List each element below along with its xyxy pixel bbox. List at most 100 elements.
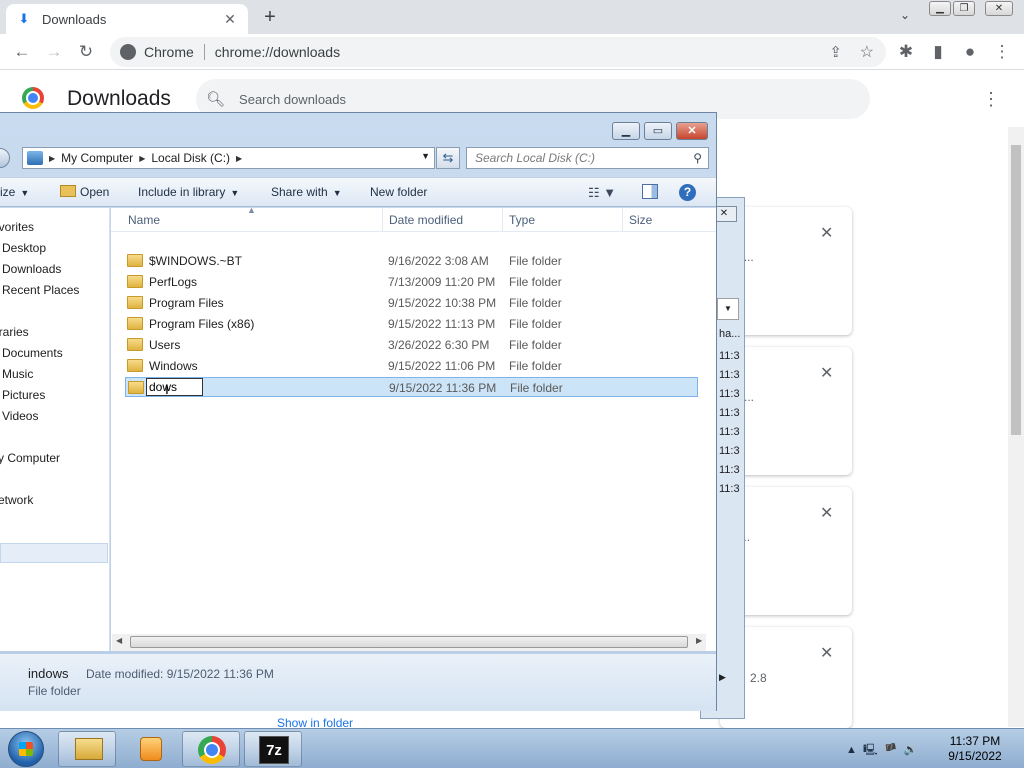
close-window-button[interactable]: ✕: [985, 1, 1013, 16]
include-in-library-button[interactable]: Include in library ▼: [138, 185, 239, 199]
nav-my-computer[interactable]: y Computer: [0, 451, 60, 465]
share-with-button[interactable]: Share with ▼: [271, 185, 342, 199]
file-row[interactable]: PerfLogs 7/13/2009 11:20 PM File folder: [125, 272, 698, 292]
file-row[interactable]: $WINDOWS.~BT 9/16/2022 3:08 AM File fold…: [125, 251, 698, 271]
taskbar-7zip-button[interactable]: 7z: [244, 731, 302, 767]
explorer-window: ▁ ▭ ✕ ▶ My Computer ▶ Local Disk (C:) ▶ …: [0, 112, 717, 711]
breadcrumb-arrow-icon[interactable]: ▶: [49, 154, 55, 163]
omnibox[interactable]: Chrome chrome://downloads ⇪ ☆: [110, 37, 886, 67]
remove-download-icon[interactable]: ✕: [820, 223, 833, 243]
file-row[interactable]: Program Files (x86) 9/15/2022 11:13 PM F…: [125, 314, 698, 334]
restore-button[interactable]: ❐: [953, 1, 975, 16]
address-dropdown-icon[interactable]: ▼: [421, 151, 430, 161]
chrome-tab-strip: ⬇ Downloads ✕ + ⌄ ▁ ❐ ✕: [0, 0, 1024, 34]
search-icon[interactable]: ⚲: [693, 148, 702, 168]
help-icon[interactable]: ?: [679, 184, 696, 201]
download-card-text[interactable]: 2.8: [750, 671, 767, 685]
close-tab-icon[interactable]: ✕: [222, 11, 238, 27]
taskbar-chrome-button[interactable]: [182, 731, 240, 767]
address-bar[interactable]: ▶ My Computer ▶ Local Disk (C:) ▶ ▼: [22, 147, 435, 169]
file-row[interactable]: Windows 9/15/2022 11:06 PM File folder: [125, 356, 698, 376]
change-view-icon[interactable]: ☷ ▼: [588, 185, 616, 201]
remove-download-icon[interactable]: ✕: [820, 363, 833, 383]
refresh-button[interactable]: ⇆: [436, 147, 460, 169]
column-type[interactable]: Type: [509, 213, 535, 227]
breadcrumb-arrow-icon[interactable]: ▶: [236, 154, 242, 163]
tab-downloads[interactable]: ⬇ Downloads ✕: [6, 4, 248, 34]
nav-pictures[interactable]: Pictures: [2, 388, 45, 402]
breadcrumb-my-computer[interactable]: My Computer: [61, 151, 133, 165]
file-row-renaming[interactable]: dows I 9/15/2022 11:36 PM File folder: [125, 377, 698, 397]
media-player-icon: [140, 737, 162, 761]
minimize-button[interactable]: ▁: [929, 1, 951, 16]
column-divider[interactable]: [502, 208, 503, 232]
explorer-maximize-button[interactable]: ▭: [644, 122, 672, 140]
column-date-modified[interactable]: Date modified: [389, 213, 463, 227]
nav-music[interactable]: Music: [2, 367, 33, 381]
nav-network[interactable]: etwork: [0, 493, 33, 507]
nav-desktop[interactable]: Desktop: [2, 241, 46, 255]
page-scrollbar[interactable]: [1008, 127, 1024, 727]
page-title: Downloads: [67, 87, 171, 110]
chrome-menu-icon[interactable]: ⋮: [990, 40, 1014, 64]
extensions-puzzle-icon[interactable]: ✱: [894, 40, 918, 64]
bookmark-star-icon[interactable]: ☆: [860, 42, 874, 62]
file-row[interactable]: Users 3/26/2022 6:30 PM File folder: [125, 335, 698, 355]
dialog-scroll-arrow-icon[interactable]: ▶: [719, 672, 726, 683]
scroll-left-icon[interactable]: ◀: [116, 636, 122, 645]
new-folder-label: New folder: [370, 185, 428, 199]
forward-button[interactable]: →: [42, 40, 66, 64]
column-size[interactable]: Size: [629, 213, 652, 227]
page-scrollbar-thumb[interactable]: [1011, 145, 1021, 435]
tab-search-chevron-icon[interactable]: ⌄: [896, 8, 914, 26]
nav-downloads[interactable]: Downloads: [2, 262, 61, 276]
file-name: Windows: [149, 359, 198, 373]
remove-download-icon[interactable]: ✕: [820, 503, 833, 523]
taskbar-explorer-button[interactable]: [58, 731, 116, 767]
column-name[interactable]: Name: [128, 213, 160, 227]
taskbar-media-player-button[interactable]: [120, 731, 178, 767]
new-folder-button[interactable]: New folder: [370, 185, 427, 199]
organize-button[interactable]: ize ▼: [0, 185, 29, 199]
explorer-minimize-button[interactable]: ▁: [612, 122, 640, 140]
nav-recent-places[interactable]: Recent Places: [2, 283, 79, 297]
share-with-label: Share with: [271, 185, 328, 199]
search-local-disk-input[interactable]: Search Local Disk (C:) ⚲: [466, 147, 709, 169]
reload-button[interactable]: ↻: [74, 40, 98, 64]
start-button[interactable]: [8, 731, 44, 767]
new-tab-button[interactable]: +: [258, 6, 282, 30]
nav-favorites[interactable]: avorites: [0, 220, 34, 234]
computer-icon: [27, 151, 43, 165]
system-tray[interactable]: ▲ 🖳 🏴 🔊: [846, 741, 917, 760]
text-cursor-icon: I: [165, 381, 169, 397]
column-divider[interactable]: [382, 208, 383, 232]
rename-input[interactable]: dows: [146, 378, 203, 396]
downloads-menu-icon[interactable]: ⋮: [982, 89, 1000, 110]
horizontal-scrollbar[interactable]: ◀ ▶: [112, 634, 706, 651]
breadcrumb-arrow-icon[interactable]: ▶: [139, 154, 145, 163]
horizontal-scrollbar-thumb[interactable]: [130, 636, 688, 648]
taskbar-clock[interactable]: 11:37 PM 9/15/2022: [940, 734, 1010, 764]
omnibox-url[interactable]: chrome://downloads: [215, 44, 340, 60]
file-row[interactable]: Program Files 9/15/2022 10:38 PM File fo…: [125, 293, 698, 313]
preview-pane-icon[interactable]: [642, 184, 658, 199]
column-divider[interactable]: [622, 208, 623, 232]
dialog-row: 11:3: [719, 445, 740, 457]
breadcrumb-local-disk[interactable]: Local Disk (C:): [151, 151, 230, 165]
side-panel-icon[interactable]: ▮: [926, 40, 950, 64]
nav-documents[interactable]: Documents: [2, 346, 63, 360]
dialog-dropdown-arrow-icon[interactable]: ▼: [717, 298, 739, 320]
omnibox-site-name: Chrome: [144, 44, 194, 60]
back-arrow-icon[interactable]: [0, 148, 10, 168]
nav-libraries[interactable]: braries: [0, 325, 29, 339]
share-icon[interactable]: ⇪: [829, 43, 842, 61]
back-button[interactable]: ←: [10, 40, 34, 64]
nav-videos[interactable]: Videos: [2, 409, 38, 423]
open-button[interactable]: Open: [60, 185, 109, 199]
file-date: 3/26/2022 6:30 PM: [388, 338, 490, 352]
scroll-right-icon[interactable]: ▶: [696, 636, 702, 645]
remove-download-icon[interactable]: ✕: [820, 643, 833, 663]
download-icon: ⬇: [18, 11, 30, 26]
profile-avatar-icon[interactable]: ●: [958, 40, 982, 64]
explorer-close-button[interactable]: ✕: [676, 122, 708, 140]
